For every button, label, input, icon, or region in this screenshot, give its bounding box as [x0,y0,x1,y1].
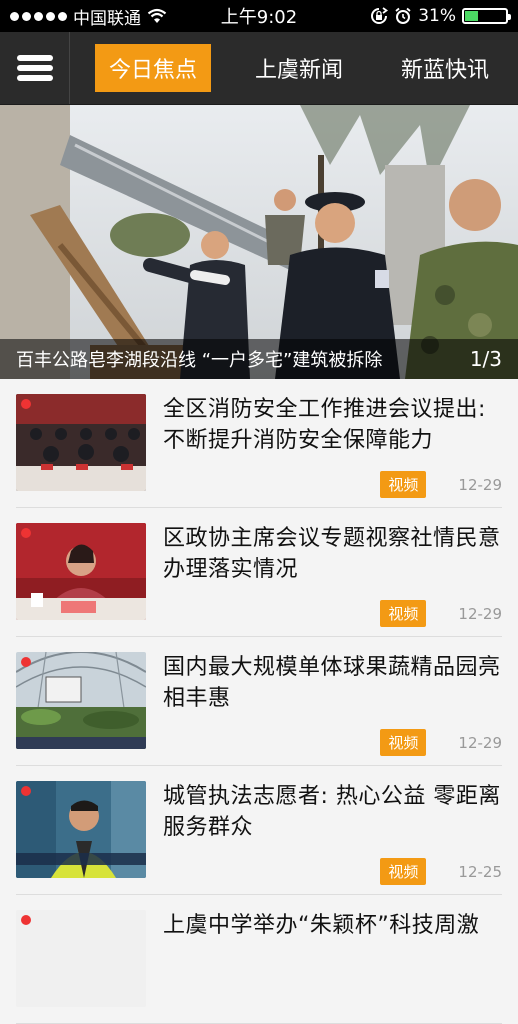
hamburger-menu-icon [16,51,53,85]
battery-fill [465,11,479,21]
news-title: 上虞中学举办“朱颖杯”科技周激 [163,913,480,938]
hero-banner[interactable]: 百丰公路皂李湖段沿线 “一户多宅”建筑被拆除 1/3 [0,105,518,379]
battery-icon [462,8,511,24]
rotation-lock-icon [371,7,389,24]
hero-caption-bar: 百丰公路皂李湖段沿线 “一户多宅”建筑被拆除 1/3 [0,339,518,379]
news-item[interactable]: 全区消防安全工作推进会议提出: 不断提升消防安全保障能力 视频 12-29 [16,379,502,508]
alarm-icon [395,7,411,24]
news-date: 12-29 [458,604,502,623]
status-bar: 中国联通 上午9:02 31% [0,0,518,32]
video-badge: 视频 [380,600,427,627]
video-badge: 视频 [380,858,427,885]
news-title: 国内最大规模单体球果蔬精品园亮相丰惠 [163,655,501,711]
news-date: 12-29 [458,733,502,752]
news-thumbnail [16,652,146,749]
news-item[interactable]: 区政协主席会议专题视察社情民意办理落实情况 视频 12-29 [16,508,502,637]
wifi-icon [147,8,167,23]
news-date: 12-25 [458,862,502,881]
video-badge: 视频 [380,471,427,498]
news-thumbnail [16,394,146,491]
news-thumbnail [16,781,146,878]
video-badge: 视频 [380,729,427,756]
status-left: 中国联通 [10,4,167,29]
status-right: 31% [370,6,511,26]
tab-today-focus[interactable]: 今日焦点 [95,44,212,92]
news-date: 12-29 [458,475,502,494]
news-title: 全区消防安全工作推进会议提出: 不断提升消防安全保障能力 [163,397,486,453]
menu-button[interactable] [0,32,70,104]
news-item[interactable]: 上虞中学举办“朱颖杯”科技周激 [16,895,502,1024]
news-item[interactable]: 国内最大规模单体球果蔬精品园亮相丰惠 视频 12-29 [16,637,502,766]
hero-pager: 1/3 [469,347,502,371]
tab-shangyu-news[interactable]: 上虞新闻 [241,44,357,92]
news-item[interactable]: 城管执法志愿者: 热心公益 零距离服务群众 视频 12-25 [16,766,502,895]
signal-dots-icon [10,11,67,21]
hero-caption: 百丰公路皂李湖段沿线 “一户多宅”建筑被拆除 [16,350,383,371]
battery-percent: 31% [418,6,456,26]
news-title: 城管执法志愿者: 热心公益 零距离服务群众 [163,784,501,840]
tab-bar: 今日焦点 上虞新闻 新蓝快讯 [70,44,518,92]
tab-xinlan-express[interactable]: 新蓝快讯 [387,44,503,92]
news-title: 区政协主席会议专题视察社情民意办理落实情况 [163,526,501,582]
top-nav: 今日焦点 上虞新闻 新蓝快讯 [0,32,518,105]
news-thumbnail [16,910,146,1007]
news-list: 全区消防安全工作推进会议提出: 不断提升消防安全保障能力 视频 12-29 区政… [0,379,518,1024]
news-thumbnail [16,523,146,620]
hero-image [0,105,518,379]
carrier-label: 中国联通 [73,8,141,29]
